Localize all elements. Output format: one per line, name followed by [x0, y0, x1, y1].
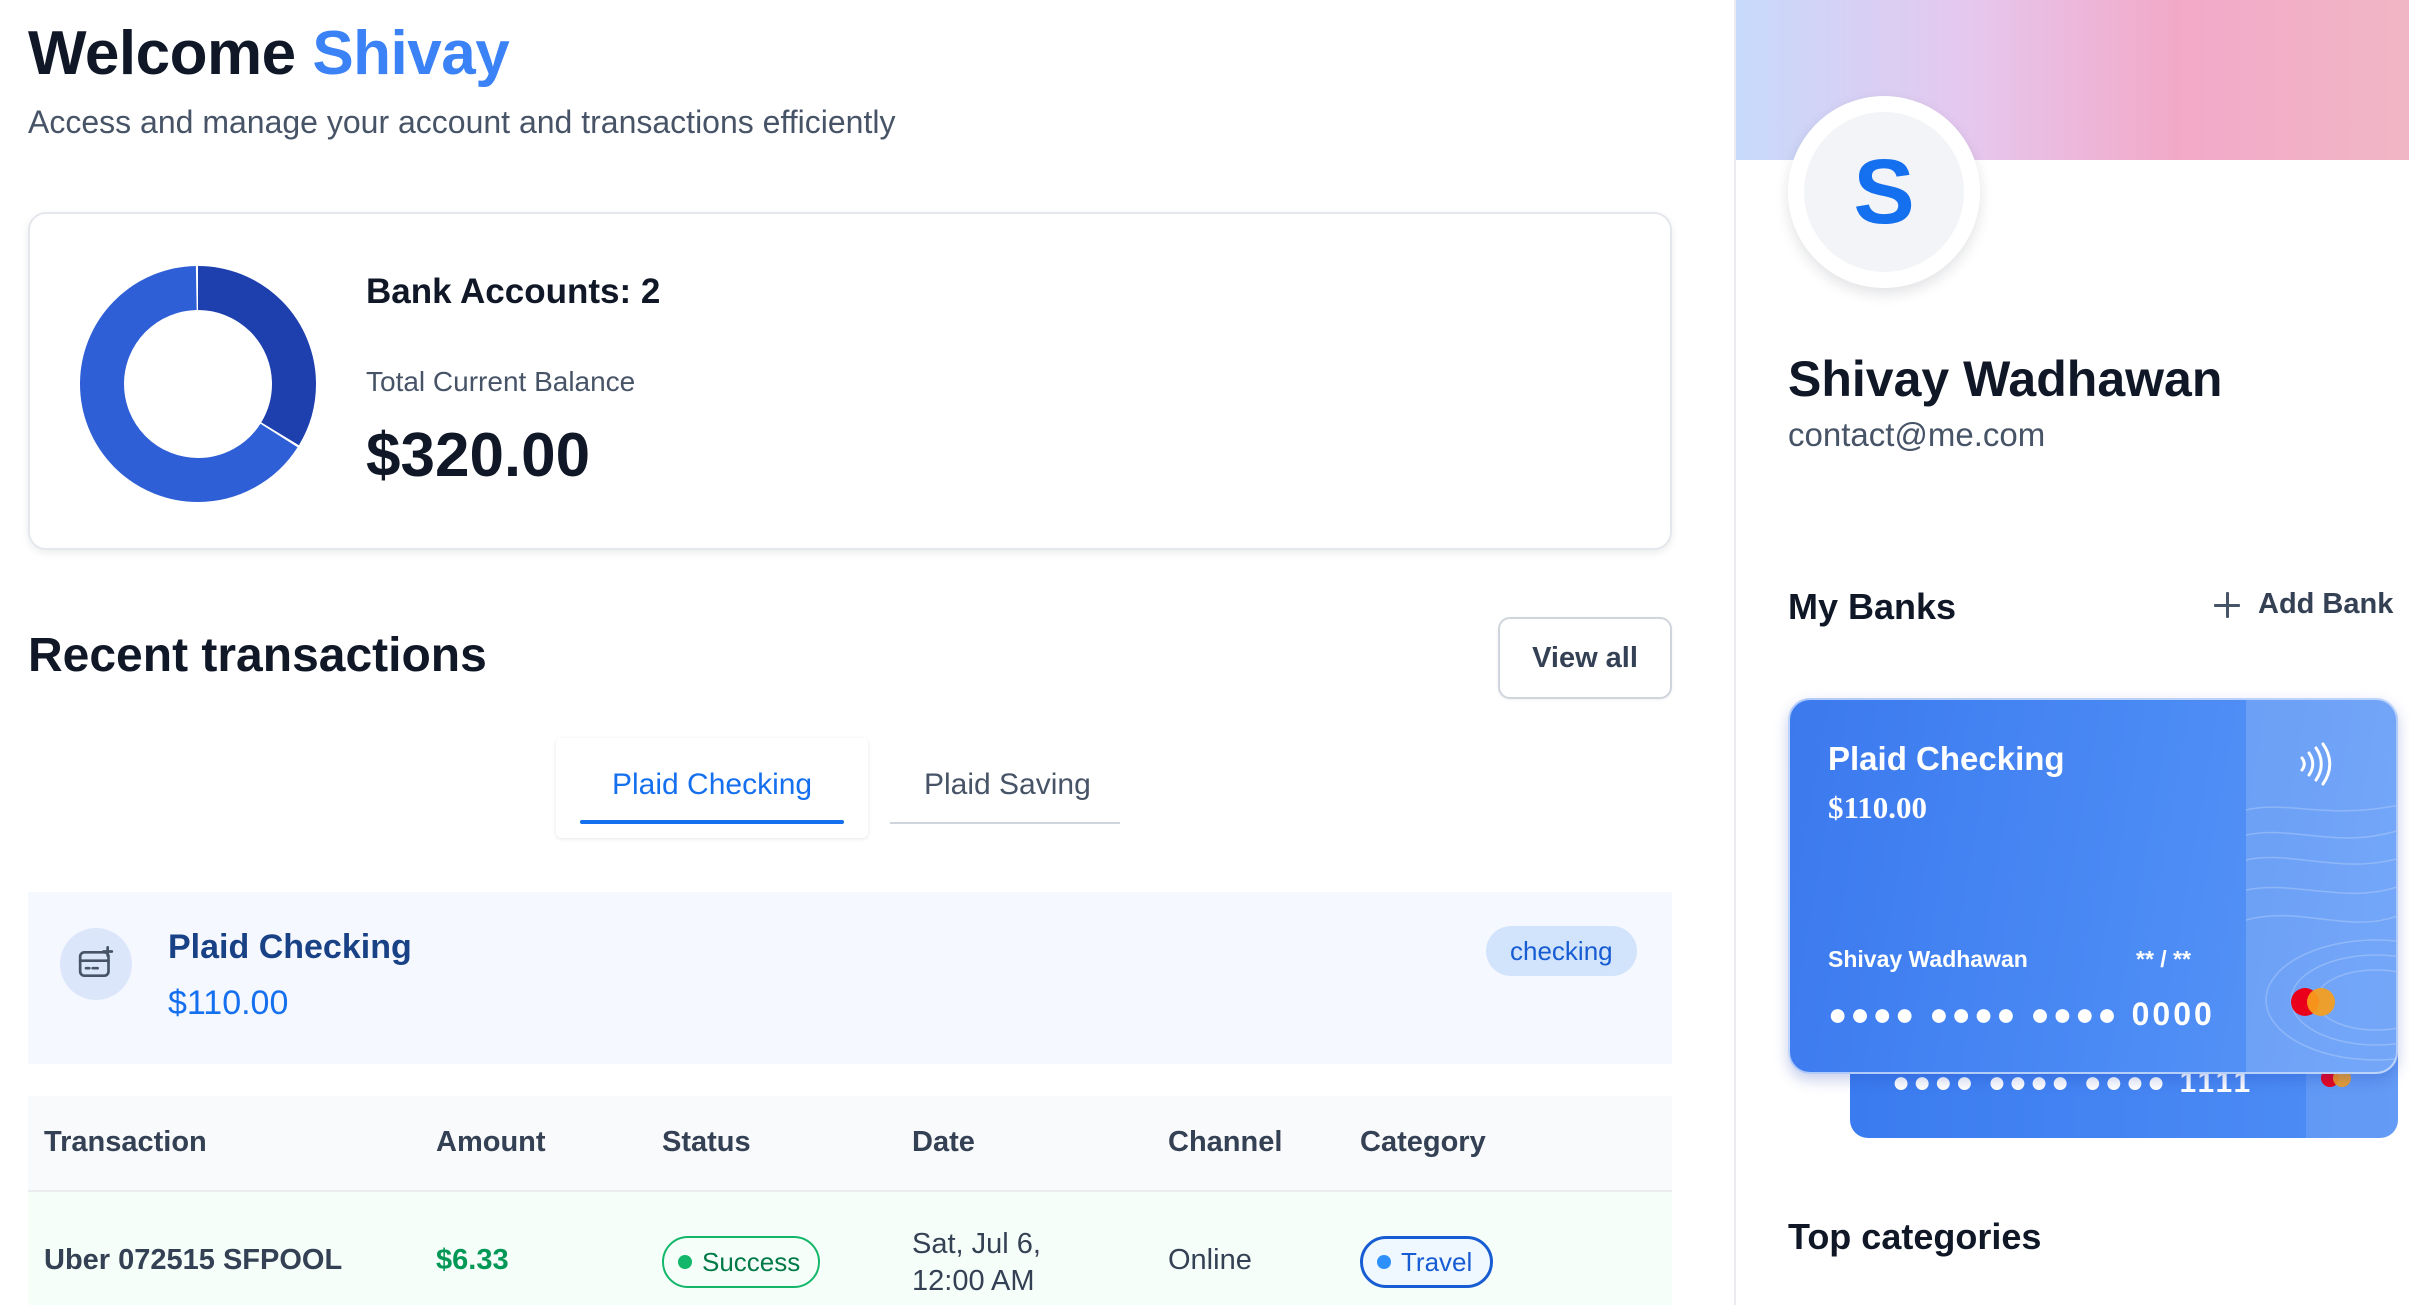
transactions-table: Transaction Amount Status Date Channel C…	[28, 1096, 1672, 1305]
add-bank-button[interactable]: Add Bank	[2214, 588, 2393, 621]
table-row[interactable]: Uber 072515 SFPOOL $6.33 Success Sat, Ju…	[28, 1192, 1672, 1305]
selected-account-banner: Plaid Checking $110.00 checking	[28, 892, 1672, 1064]
category-badge: Travel	[1360, 1236, 1494, 1288]
welcome-user-name: Shivay	[312, 19, 510, 88]
table-header: Transaction Amount Status Date Channel C…	[28, 1096, 1672, 1192]
bank-accounts-count: Bank Accounts: 2	[366, 272, 661, 311]
inactive-tab-underline	[890, 822, 1120, 824]
top-categories-title: Top categories	[1788, 1216, 2042, 1257]
card-balance: $110.00	[1828, 790, 1928, 825]
page-title: Welcome Shivay	[28, 18, 510, 89]
recent-transactions-title: Recent transactions	[28, 629, 487, 682]
account-type-badge: checking	[1486, 926, 1637, 976]
column-header-transaction: Transaction	[44, 1126, 207, 1158]
avatar[interactable]: S	[1788, 96, 1980, 288]
column-header-category: Category	[1360, 1126, 1486, 1158]
profile-name: Shivay Wadhawan	[1788, 351, 2223, 407]
account-tabs: Plaid Checking Plaid Saving	[556, 738, 1120, 838]
total-balance-value: $320.00	[366, 421, 591, 490]
page-subtitle: Access and manage your account and trans…	[28, 104, 896, 140]
card-number: ●●●● ●●●● ●●●● 0000	[1828, 996, 2215, 1032]
card-bank-name: Plaid Checking	[1828, 740, 2065, 777]
total-balance-label: Total Current Balance	[366, 366, 636, 397]
avatar-initial: S	[1804, 112, 1964, 272]
category-label: Travel	[1401, 1246, 1473, 1277]
credit-card-icon	[60, 928, 132, 1000]
column-header-amount: Amount	[436, 1126, 546, 1158]
mastercard-icon	[2291, 988, 2335, 1016]
balance-donut-chart	[80, 266, 316, 502]
category-dot-icon	[1377, 1255, 1391, 1269]
status-dot-icon	[678, 1255, 692, 1269]
contactless-icon	[2300, 742, 2332, 786]
transaction-amount: $6.33	[436, 1244, 509, 1276]
tab-plaid-saving[interactable]: Plaid Saving	[924, 768, 1091, 802]
account-balance: $110.00	[168, 984, 289, 1022]
my-banks-title: My Banks	[1788, 586, 1957, 627]
transaction-name: Uber 072515 SFPOOL	[44, 1244, 343, 1276]
right-sidebar: S Shivay Wadhawan contact@me.com My Bank…	[1734, 0, 2409, 1305]
welcome-greeting: Welcome	[28, 19, 296, 88]
column-header-status: Status	[662, 1126, 751, 1158]
account-name: Plaid Checking	[168, 928, 412, 966]
add-bank-label: Add Bank	[2258, 588, 2394, 620]
plus-icon	[2214, 591, 2240, 618]
status-label: Success	[702, 1246, 801, 1277]
card-expiry: ** / **	[2136, 946, 2191, 972]
tab-plaid-checking[interactable]: Plaid Checking	[612, 768, 812, 802]
column-header-channel: Channel	[1168, 1126, 1283, 1158]
view-all-button[interactable]: View all	[1498, 617, 1672, 699]
card-holder-name: Shivay Wadhawan	[1828, 946, 2028, 972]
profile-email: contact@me.com	[1788, 416, 2046, 453]
main-content: Welcome Shivay Access and manage your ac…	[0, 0, 1734, 1305]
column-header-date: Date	[912, 1126, 975, 1158]
total-balance-card: Bank Accounts: 2 Total Current Balance $…	[28, 212, 1672, 550]
active-tab-indicator	[580, 820, 844, 824]
transaction-date: Sat, Jul 6, 12:00 AM	[912, 1228, 1041, 1297]
bank-card-primary[interactable]: Plaid Checking $110.00 Shivay Wadhawan *…	[1788, 698, 2398, 1074]
transaction-channel: Online	[1168, 1244, 1252, 1276]
status-badge: Success	[662, 1236, 821, 1288]
